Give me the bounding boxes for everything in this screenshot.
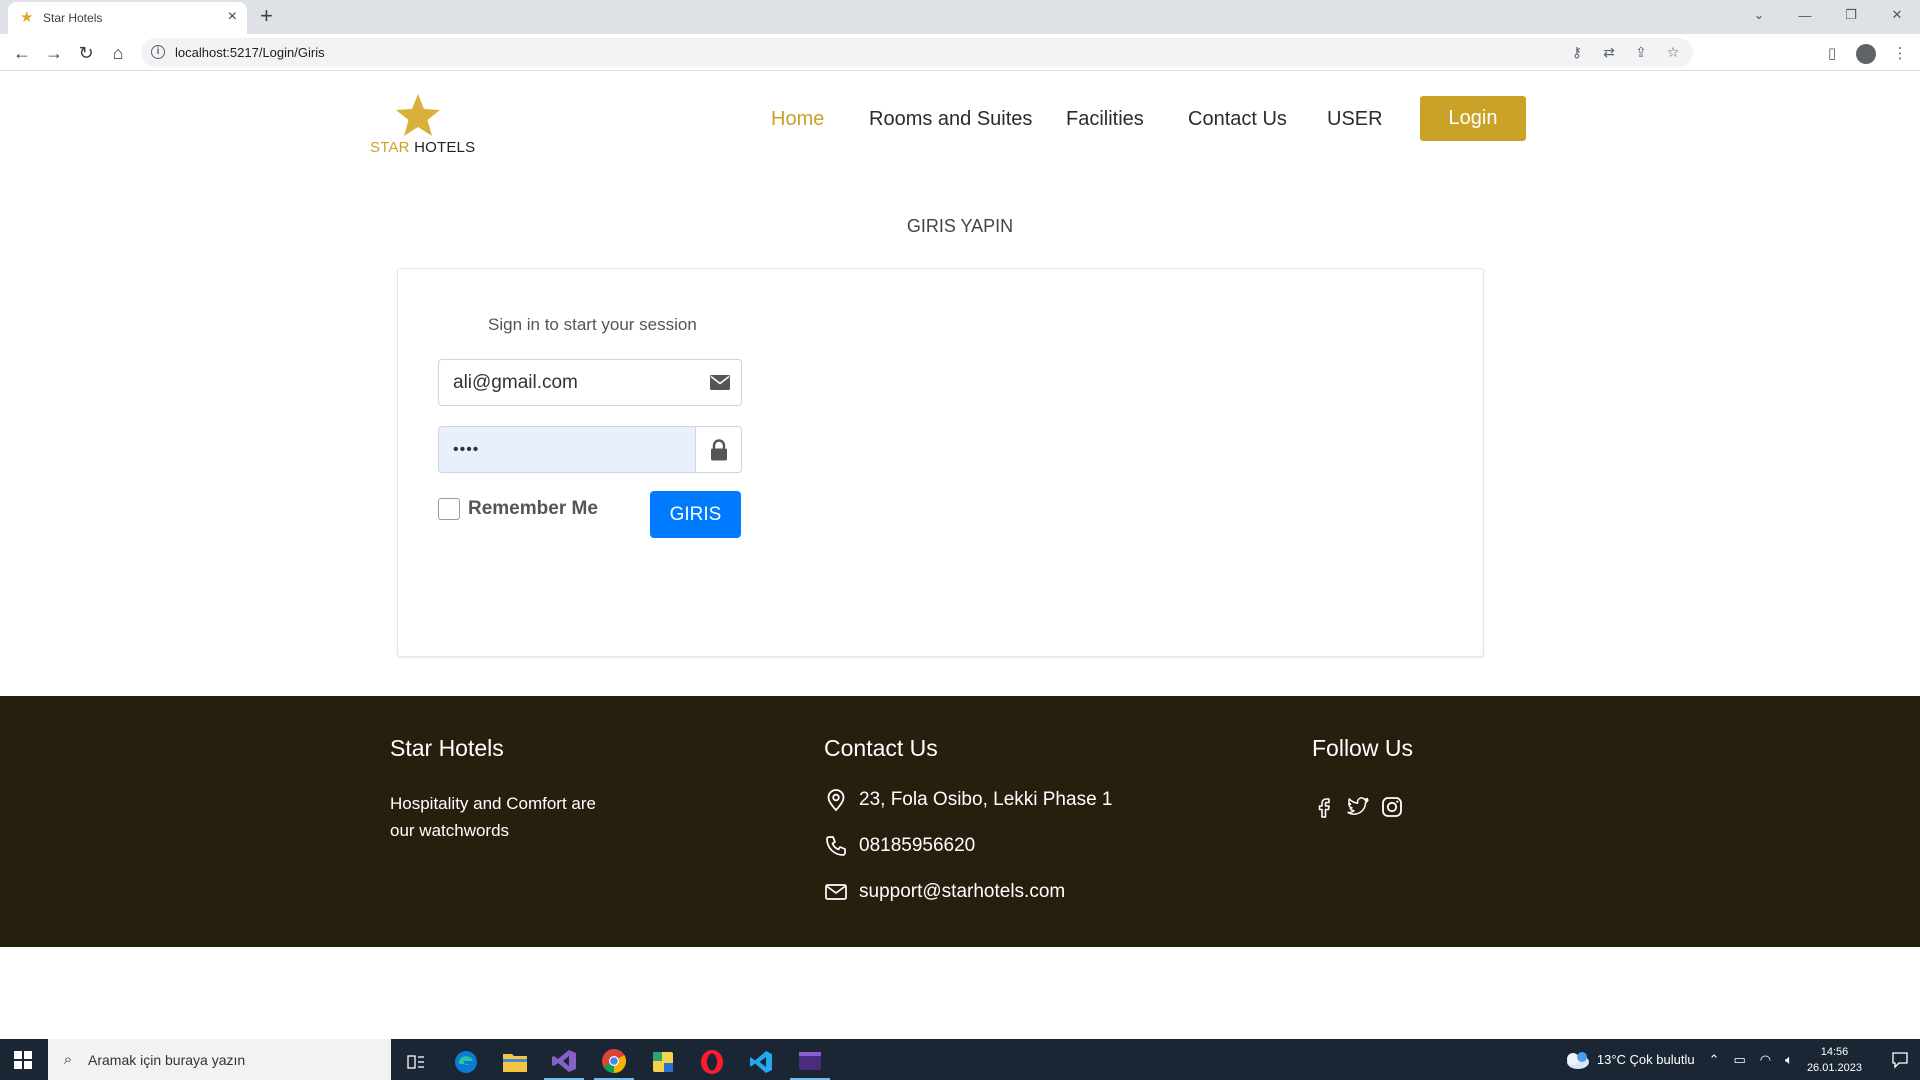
footer-brand-heading: Star Hotels [390,735,504,761]
chevron-up-icon[interactable]: ⌃ [1709,1052,1720,1068]
terminal-app-icon[interactable] [790,1044,830,1080]
share-icon[interactable]: ⇪ [1631,42,1651,62]
browser-tab[interactable]: ★ Star Hotels × [8,2,247,34]
tab-search-icon[interactable]: ⌄ [1736,0,1782,30]
wifi-icon[interactable]: ◠ [1760,1052,1771,1068]
restore-icon[interactable]: ❐ [1828,0,1874,30]
page: STAR HOTELS Home Rooms and Suites Facili… [0,71,1920,1039]
close-window-icon[interactable]: ✕ [1874,0,1920,30]
footer-address: 23, Fola Osibo, Lekki Phase 1 [824,788,1112,812]
footer-tagline: Hospitality and Comfort are our watchwor… [390,794,596,840]
facebook-icon[interactable] [1312,795,1336,819]
forward-icon[interactable]: → [42,41,66,65]
cloud-icon [1566,1051,1589,1069]
edge-icon[interactable] [446,1044,486,1080]
site-logo[interactable]: STAR HOTELS [370,93,476,156]
nav-facilities[interactable]: Facilities [1066,108,1144,131]
remember-me[interactable]: Remember Me [438,498,598,520]
window-controls: ⌄ — ❐ ✕ [1736,0,1920,30]
new-tab-icon[interactable]: + [260,4,273,28]
remember-me-checkbox[interactable] [438,498,460,520]
logo-star-icon [396,94,440,136]
minimize-icon[interactable]: — [1782,0,1828,30]
footer-contact-heading: Contact Us [824,735,938,761]
address-bar[interactable]: i localhost:5217/Login/Giris ⚷ ⇄ ⇪ ☆ [141,38,1693,67]
password-input-group [438,426,742,473]
password-field[interactable] [439,427,695,472]
side-panel-icon[interactable]: ▯ [1820,41,1844,65]
footer-follow-heading: Follow Us [1312,735,1413,761]
url-text[interactable]: localhost:5217/Login/Giris [175,45,325,60]
nav-rooms-and-suites[interactable]: Rooms and Suites [869,108,1032,131]
login-card: Sign in to start your session Remember M… [397,268,1484,657]
site-footer: Star Hotels Hospitality and Comfort are … [0,696,1920,947]
back-icon[interactable]: ← [10,41,34,65]
task-view-icon[interactable] [396,1044,436,1080]
login-button[interactable]: Login [1420,96,1526,141]
notification-icon[interactable] [1880,1051,1920,1069]
page-title: GIRIS YAPIN [906,216,1014,236]
taskbar-search[interactable]: ⌕ Aramak için buraya yazın [48,1039,391,1080]
login-subtitle: Sign in to start your session [488,315,697,334]
reload-icon[interactable]: ↻ [74,41,98,65]
tab-close-icon[interactable]: × [228,8,237,26]
logo-text: STAR HOTELS [370,139,476,156]
twitter-icon[interactable] [1346,795,1370,819]
phone-icon [826,836,846,856]
windows-start-icon[interactable] [0,1039,46,1080]
key-icon[interactable]: ⚷ [1567,42,1587,62]
menu-kebab-icon[interactable]: ⋮ [1888,41,1912,65]
browser-toolbar: ← → ↻ ⌂ i localhost:5217/Login/Giris ⚷ ⇄… [0,34,1920,71]
email-field[interactable] [439,360,698,405]
search-icon: ⌕ [63,1051,73,1068]
nav-contact-us[interactable]: Contact Us [1188,108,1287,131]
notes-app-icon[interactable] [643,1044,683,1080]
volume-muted-icon[interactable]: 🔈︎ [1785,1052,1793,1068]
home-icon[interactable]: ⌂ [106,41,130,65]
giris-submit-button[interactable]: GIRIS [650,491,741,538]
bookmark-star-icon[interactable]: ☆ [1663,42,1683,62]
taskbar-search-placeholder: Aramak için buraya yazın [88,1051,246,1068]
system-tray: 13°C Çok bulutlu ⌃ ▭ ◠ 🔈︎ 14:56 26.01.20… [1563,1039,1920,1080]
lock-icon [695,427,741,472]
meet-now-icon[interactable]: ▭ [1733,1052,1745,1068]
taskbar-clock[interactable]: 14:56 26.01.2023 [1807,1044,1862,1076]
tab-title: Star Hotels [43,11,103,25]
social-links [1312,795,1404,819]
translate-icon[interactable]: ⇄ [1599,42,1619,62]
browser-tabstrip: ★ Star Hotels × + ⌄ — ❐ ✕ [0,0,1920,34]
vscode-icon[interactable] [741,1044,781,1080]
star-favicon-icon: ★ [20,9,34,26]
profile-icon[interactable] [1854,41,1878,65]
footer-email[interactable]: support@starhotels.com [824,880,1065,904]
email-input-group [438,359,742,406]
instagram-icon[interactable] [1380,795,1404,819]
chrome-icon[interactable] [594,1044,634,1080]
visual-studio-icon[interactable] [544,1044,584,1080]
weather-widget[interactable]: 13°C Çok bulutlu [1563,1050,1695,1070]
nav-user[interactable]: USER [1327,108,1383,131]
file-explorer-icon[interactable] [495,1044,535,1080]
remember-me-label[interactable]: Remember Me [468,498,598,520]
map-pin-icon [827,789,845,812]
opera-icon[interactable] [692,1044,732,1080]
windows-taskbar: ⌕ Aramak için buraya yazın 13°C Çok bulu… [0,1039,1920,1080]
footer-phone[interactable]: 08185956620 [824,834,975,858]
site-info-icon[interactable]: i [151,45,165,59]
nav-home[interactable]: Home [771,108,824,131]
mail-icon [825,884,847,900]
envelope-icon [698,360,741,405]
